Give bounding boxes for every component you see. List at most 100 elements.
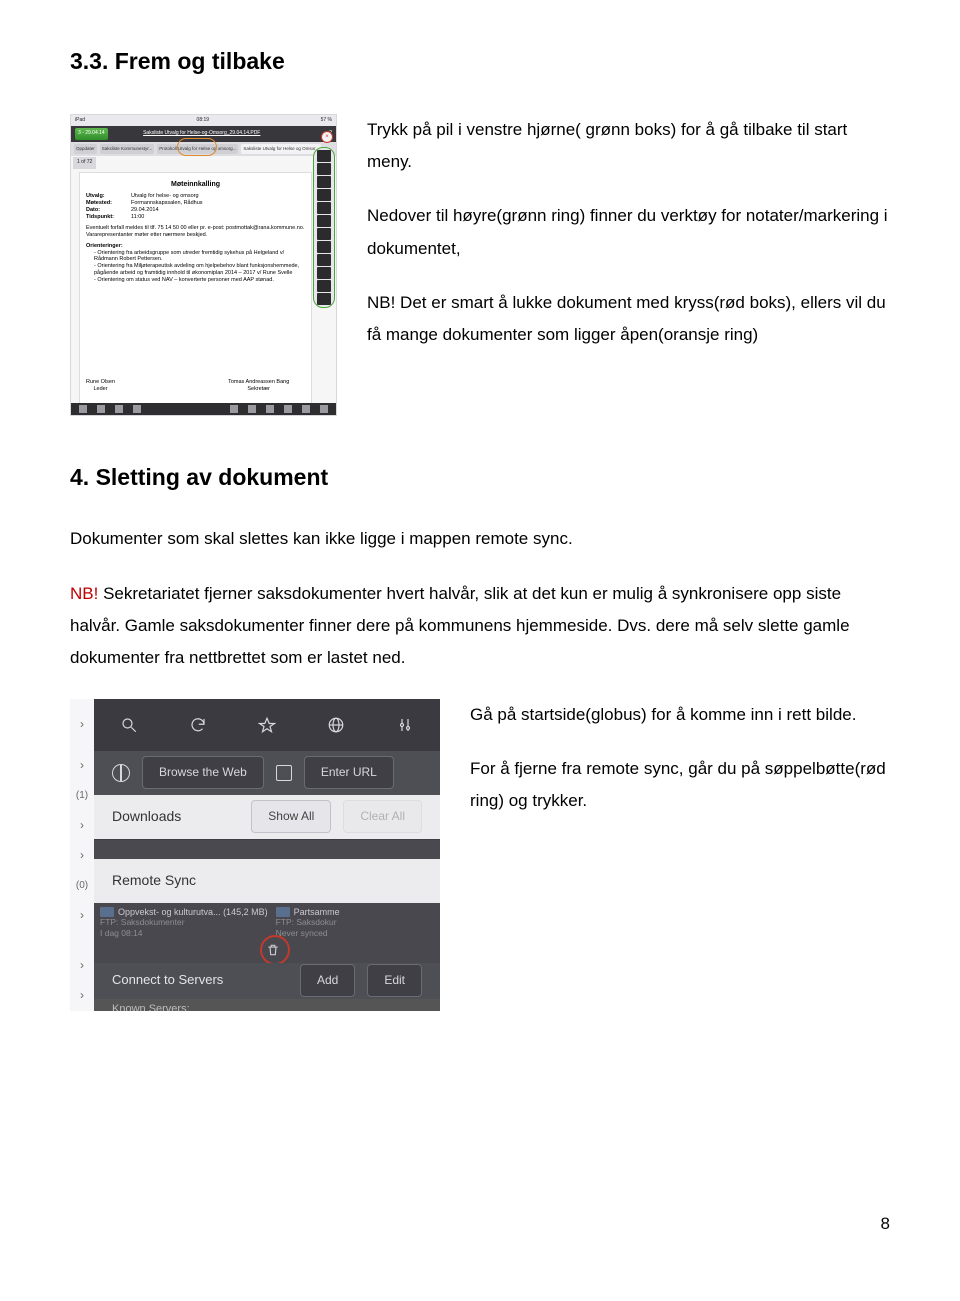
meta-value: 29.04.2014 [131,207,159,214]
section4-instr2: For å fjerne fra remote sync, går du på … [470,753,890,818]
tab-item[interactable]: Saksliste Kommunestyr... [100,144,155,155]
doc-heading: Møteinnkalling [86,181,305,190]
section4-para2: NB! Sekretariatet fjerner saksdokumenter… [70,578,890,675]
signer-left-role: Leder [86,386,115,393]
search-icon[interactable] [120,716,138,734]
remote-sync-label: Remote Sync [112,867,422,894]
heading-4: 4. Sletting av dokument [70,456,890,500]
page-number: 8 [881,1208,890,1240]
tool-item-icon[interactable] [317,267,331,279]
bottom-icon[interactable] [133,405,141,413]
bottom-icon[interactable] [97,405,105,413]
add-button[interactable]: Add [300,964,355,997]
connect-servers-label: Connect to Servers [112,968,288,993]
bottom-icon[interactable] [115,405,123,413]
screenshot-remote-sync: › › (1) › › (0) › › › Browse the We [70,699,440,1011]
bottom-icon[interactable] [320,405,328,413]
tool-item-icon[interactable] [317,163,331,175]
tool-item-icon[interactable] [317,176,331,188]
folder-sub2: I dag 08:14 [100,929,268,939]
globe-small-icon [112,764,130,782]
chevron-right-icon[interactable]: › [70,901,94,931]
tool-item-icon[interactable] [317,241,331,253]
section4-para1: Dokumenter som skal slettes kan ikke lig… [70,523,890,555]
section33-para1: Trykk på pil i venstre hjørne( grønn bok… [367,114,890,179]
ipad-status-bar: iPad 08:19 57 % [71,115,336,127]
folder-sub2: Never synced [276,929,340,939]
tool-item-icon[interactable] [317,280,331,292]
orient-label: Orienteringer: [86,243,123,249]
chevron-right-icon[interactable]: › [70,951,94,981]
enter-url-button[interactable]: Enter URL [304,756,394,789]
folder-name: Partsamme [294,907,340,917]
tab-item-active[interactable]: Saksliste Utvalg for Helse og Omsor... [241,144,321,155]
bottom-icon[interactable] [284,405,292,413]
bottom-icon[interactable] [230,405,238,413]
tool-item-icon[interactable] [317,293,331,305]
trash-icon[interactable] [266,943,280,965]
meta-value: Formannskapssalen, Rådhus [131,200,203,207]
folder-item[interactable]: Oppvekst- og kulturutva... (145,2 MB) FT… [100,907,268,962]
folder-size: (145,2 MB) [223,907,268,917]
bottom-icon[interactable] [248,405,256,413]
url-icon [276,765,292,781]
back-button[interactable]: 3 - 29.04.14 [75,128,108,140]
section4-instr1: Gå på startside(globus) for å komme inn … [470,699,890,731]
edit-button[interactable]: Edit [367,964,422,997]
refresh-icon[interactable] [189,716,207,734]
tab-item[interactable]: Oppdater [74,144,97,155]
tool-item-icon[interactable] [317,189,331,201]
folder-item[interactable]: Partsamme FTP: Saksdokur Never synced [276,907,340,962]
bottom-icon[interactable] [79,405,87,413]
nb-label: NB! [70,584,98,603]
clear-all-button[interactable]: Clear All [343,800,422,833]
known-servers-label: Known Servers: [112,999,190,1010]
tool-item-icon[interactable] [317,150,331,162]
chevron-right-icon[interactable]: › [70,751,94,781]
status-left: iPad [75,116,85,126]
tab-bar: Oppdater Saksliste Kommunestyr... Protok… [71,142,336,157]
orient-item: - Orientering fra Miljøterapeutisk avdel… [94,263,305,277]
star-icon[interactable] [258,716,276,734]
strip-label: (0) [70,871,94,901]
chevron-right-icon[interactable]: › [70,841,94,871]
page-indicator: 1 of 72 [73,157,96,169]
screenshot-pdf-viewer: iPad 08:19 57 % 3 - 29.04.14 Saksliste U… [70,114,337,416]
status-right: 57 % [321,116,332,126]
chevron-right-icon[interactable]: › [70,981,94,1011]
tool-item-icon[interactable] [317,228,331,240]
annotation-toolbar [313,147,335,308]
bottom-icon[interactable] [266,405,274,413]
settings-icon[interactable] [396,716,414,734]
globe-icon[interactable] [327,716,345,734]
bottom-toolbar [71,403,336,415]
close-icon[interactable]: × [321,131,333,143]
tool-item-icon[interactable] [317,254,331,266]
tab-item[interactable]: Protokoll Utvalg for Helse og omsorg... [157,144,238,155]
folder-icon [100,907,114,917]
section33-para3: NB! Det er smart å lukke dokument med kr… [367,287,890,352]
folder-sub1: FTP: Saksdokur [276,918,340,928]
heading-3-3: 3.3. Frem og tilbake [70,40,890,84]
signer-right-role: Sekretær [228,386,289,393]
browse-web-button[interactable]: Browse the Web [142,756,264,789]
folder-icon [276,907,290,917]
folder-sub1: FTP: Saksdokumenter [100,918,268,928]
document-page: Møteinnkalling Utvalg:Utvalg for helse- … [79,172,312,414]
tool-item-icon[interactable] [317,215,331,227]
meta-value: 11:00 [131,214,144,221]
pdf-title: Saksliste Utvalg for Helse-og-Omsorg_29.… [143,129,260,139]
chevron-right-icon[interactable]: › [70,699,94,751]
show-all-button[interactable]: Show All [251,800,331,833]
section33-para2: Nedover til høyre(grønn ring) finner du … [367,200,890,265]
folder-name: Oppvekst- og kulturutva... [118,907,221,917]
chevron-right-icon[interactable]: › [70,811,94,841]
signer-right: Tomas Andreassen Bang [228,379,289,386]
note-line2: Vararepresentanter møter etter nærmere b… [86,232,305,239]
tool-item-icon[interactable] [317,202,331,214]
downloads-label: Downloads [112,803,239,830]
section4-para2a: Sekretariatet fjerner saksdokumenter hve… [70,584,850,668]
orient-item: - Orientering fra arbeidsgruppe som utre… [94,250,305,264]
status-center: 08:19 [197,116,210,126]
bottom-icon[interactable] [302,405,310,413]
